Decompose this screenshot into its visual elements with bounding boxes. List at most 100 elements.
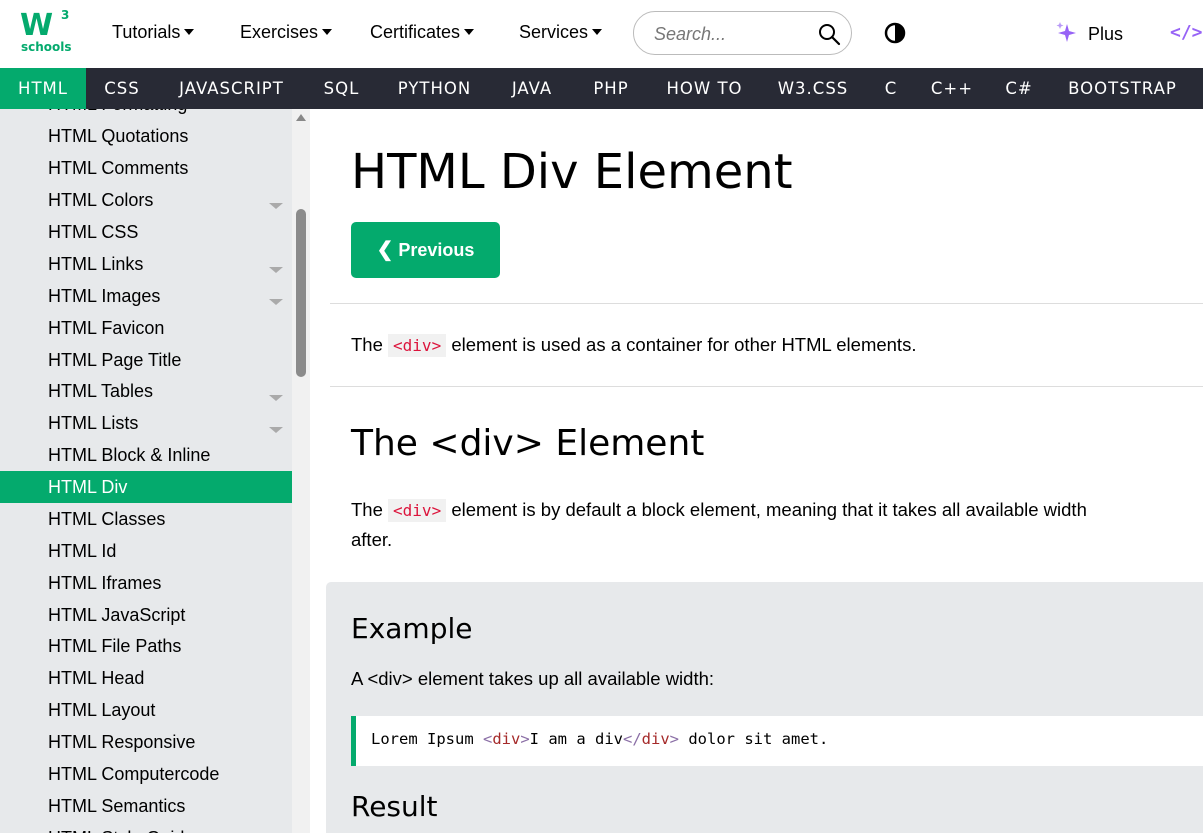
sidebar-item-css[interactable]: HTML CSS (0, 216, 292, 248)
sidebar-item-classes[interactable]: HTML Classes (0, 503, 292, 535)
scroll-up-arrow-icon[interactable] (296, 114, 306, 121)
lang-tab-javascript[interactable]: JAVASCRIPT (158, 68, 305, 109)
sidebar-item-formatting[interactable]: HTML Formatting (0, 109, 292, 120)
code-bracket: > (520, 730, 530, 748)
main-content: HTML Div Element ❮ Previous The <div> el… (310, 109, 1203, 833)
chevron-down-icon (184, 29, 195, 35)
inline-code-div: <div> (388, 334, 447, 357)
sidebar-item-favicon[interactable]: HTML Favicon (0, 312, 292, 344)
previous-button[interactable]: ❮ Previous (351, 222, 500, 278)
lang-tab-sql[interactable]: SQL (305, 68, 378, 109)
code-bracket: > (669, 730, 680, 748)
chevron-left-icon: ❮ (376, 239, 394, 261)
lang-tab-bootstrap[interactable]: BOOTSTRAP (1050, 68, 1195, 109)
sidebar-item-lists[interactable]: HTML Lists (0, 407, 292, 439)
lang-tab-c[interactable]: C (866, 68, 916, 109)
lang-tab-how-to[interactable]: HOW TO (649, 68, 760, 109)
sidebar-item-block-inline[interactable]: HTML Block & Inline (0, 439, 292, 471)
chevron-down-icon (464, 29, 475, 35)
sidebar-item-semantics[interactable]: HTML Semantics (0, 790, 292, 822)
sidebar-item-comments[interactable]: HTML Comments (0, 152, 292, 184)
sidebar-item-colors[interactable]: HTML Colors (0, 184, 292, 216)
sidebar-item-div[interactable]: HTML Div (0, 471, 292, 503)
sidebar-item-tables[interactable]: HTML Tables (0, 375, 292, 407)
logo-superscript: 3 (61, 8, 70, 22)
w3schools-logo[interactable]: W 3 schools (20, 8, 72, 58)
nav-exercises-label: Exercises (240, 22, 319, 42)
sidebar-item-layout[interactable]: HTML Layout (0, 694, 292, 726)
section-title: The <div> Element (351, 423, 705, 464)
search-icon[interactable] (817, 22, 841, 46)
language-nav-bar: HTML CSS JAVASCRIPT SQL PYTHON JAVA PHP … (0, 68, 1203, 109)
lang-tab-php[interactable]: PHP (573, 68, 649, 109)
previous-label: Previous (398, 240, 475, 260)
result-heading: Result (351, 790, 438, 823)
sidebar: HTML Formatting HTML Quotations HTML Com… (0, 109, 292, 833)
example-description: A <div> element takes up all available w… (351, 668, 715, 689)
example-heading: Example (351, 612, 473, 645)
nav-services-label: Services (519, 22, 589, 42)
code-text: I am a div (529, 730, 623, 748)
top-bar: W 3 schools Tutorials Exercises Certific… (0, 0, 1203, 68)
code-tag: div (641, 730, 670, 748)
lang-tab-python[interactable]: PYTHON (378, 68, 491, 109)
inline-code-div: <div> (388, 499, 447, 522)
example-code: Lorem Ipsum <div>I am a div</div> dolor … (371, 730, 828, 748)
intro-paragraph: The <div> element is used as a container… (351, 330, 916, 360)
nav-certificates-label: Certificates (370, 22, 461, 42)
sidebar-item-page-title[interactable]: HTML Page Title (0, 344, 292, 376)
sidebar-item-iframes[interactable]: HTML Iframes (0, 567, 292, 599)
lang-tab-csharp[interactable]: C# (988, 68, 1050, 109)
expand-caret-icon[interactable] (269, 203, 283, 209)
intro-text-after: element is used as a container for other… (446, 334, 917, 355)
section-text-before: The (351, 499, 389, 520)
expand-caret-icon[interactable] (269, 299, 283, 305)
example-code-block: Lorem Ipsum <div>I am a div</div> dolor … (351, 716, 1203, 766)
divider (330, 303, 1203, 304)
code-text: dolor sit amet. (679, 730, 829, 748)
sidebar-item-file-paths[interactable]: HTML File Paths (0, 630, 292, 662)
nav-certificates[interactable]: Certificates (370, 22, 475, 43)
logo-mark: W (20, 8, 53, 43)
section-text-after: element is by default a block element, m… (446, 499, 1087, 520)
intro-text-before: The (351, 334, 389, 355)
scrollbar-thumb[interactable] (296, 209, 306, 377)
search-box (633, 11, 852, 55)
section-paragraph: The <div> element is by default a block … (351, 495, 1087, 554)
sidebar-item-computercode[interactable]: HTML Computercode (0, 758, 292, 790)
sidebar-item-id[interactable]: HTML Id (0, 535, 292, 567)
code-bracket: < (482, 730, 493, 748)
code-bracket: </ (623, 730, 642, 748)
chevron-down-icon (322, 29, 333, 35)
sidebar-scrollbar[interactable] (292, 109, 310, 833)
logo-text: schools (21, 40, 72, 54)
lang-tab-java[interactable]: JAVA (491, 68, 573, 109)
search-input[interactable] (654, 22, 814, 46)
nav-services[interactable]: Services (519, 22, 603, 43)
nav-tutorials-label: Tutorials (112, 22, 181, 42)
code-text: Lorem Ipsum (371, 730, 483, 748)
sidebar-item-links[interactable]: HTML Links (0, 248, 292, 280)
lang-tab-css[interactable]: CSS (86, 68, 158, 109)
sidebar-item-style-guide[interactable]: HTML Style Guide (0, 822, 292, 833)
lang-tab-cpp[interactable]: C++ (916, 68, 988, 109)
code-spaces-icon[interactable]: </> (1170, 22, 1203, 43)
section-text-line2: after. (351, 529, 393, 550)
nav-exercises[interactable]: Exercises (240, 22, 333, 43)
expand-caret-icon[interactable] (269, 395, 283, 401)
divider (330, 386, 1203, 387)
sidebar-item-responsive[interactable]: HTML Responsive (0, 726, 292, 758)
expand-caret-icon[interactable] (269, 267, 283, 273)
sparkle-icon (1056, 22, 1076, 42)
nav-tutorials[interactable]: Tutorials (112, 22, 195, 43)
chevron-down-icon (592, 29, 603, 35)
expand-caret-icon[interactable] (269, 427, 283, 433)
page-title: HTML Div Element (351, 144, 793, 200)
lang-tab-html[interactable]: HTML (0, 68, 86, 109)
lang-tab-w3css[interactable]: W3.CSS (760, 68, 866, 109)
sidebar-item-javascript[interactable]: HTML JavaScript (0, 599, 292, 631)
sidebar-item-images[interactable]: HTML Images (0, 280, 292, 312)
contrast-toggle-icon[interactable] (884, 22, 906, 44)
sidebar-item-quotations[interactable]: HTML Quotations (0, 120, 292, 152)
sidebar-item-head[interactable]: HTML Head (0, 662, 292, 694)
